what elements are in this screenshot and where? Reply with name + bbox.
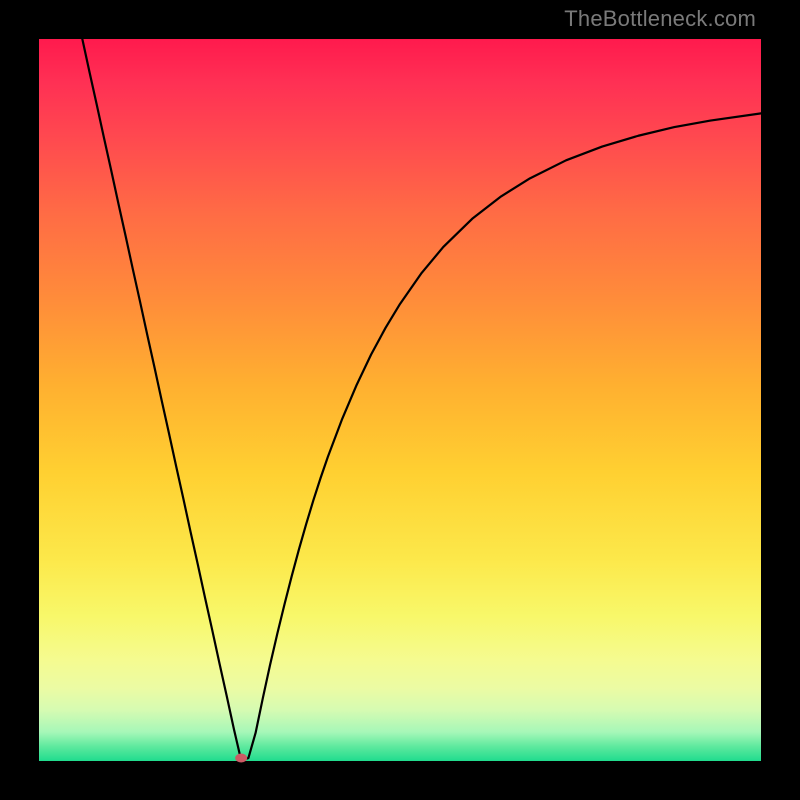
chart-frame: TheBottleneck.com [0, 0, 800, 800]
curve-svg [39, 39, 761, 761]
optimum-marker [235, 754, 247, 763]
plot-area [39, 39, 761, 761]
bottleneck-curve [82, 39, 761, 760]
watermark-text: TheBottleneck.com [564, 6, 756, 32]
